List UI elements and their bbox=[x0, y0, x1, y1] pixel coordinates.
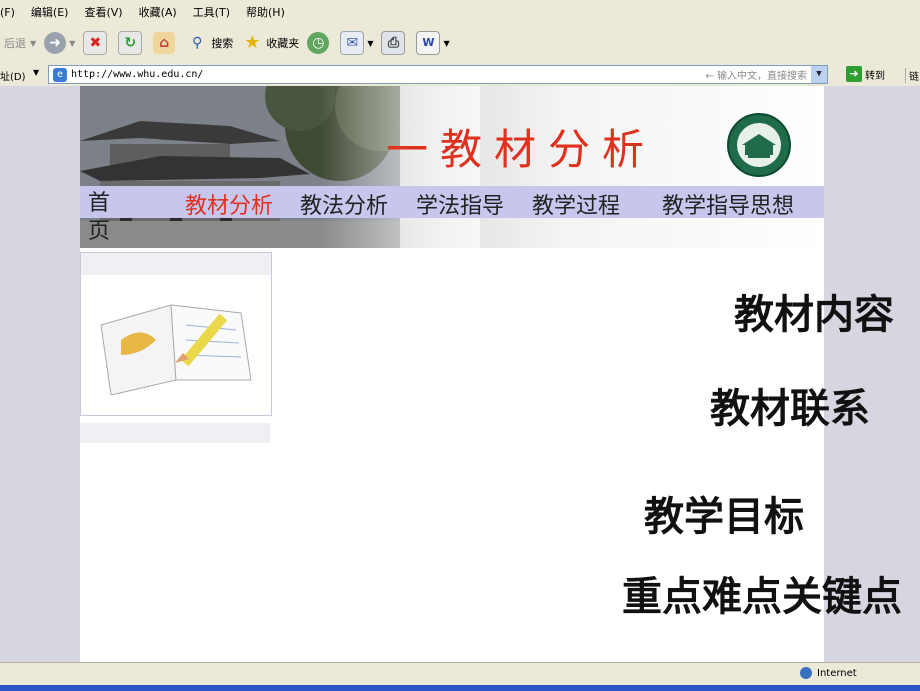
ie-page-icon: e bbox=[53, 67, 67, 82]
open-book-icon bbox=[100, 304, 252, 395]
history-icon: ◷ bbox=[307, 32, 330, 54]
home-icon: ⌂ bbox=[153, 32, 176, 54]
menu-view[interactable]: 查看(V) bbox=[84, 4, 122, 20]
nav-item-jiaocai[interactable]: 教材分析 bbox=[185, 188, 273, 220]
links-label[interactable]: 链 bbox=[905, 68, 919, 83]
address-label: 址(D) bbox=[0, 72, 26, 83]
forward-icon: ➜ bbox=[44, 32, 67, 54]
address-hint: ← 输入中文，直接搜索 bbox=[705, 71, 807, 82]
mail-icon: ✉ bbox=[340, 31, 365, 55]
nav-bar: 首 页 教材分析 教法分析 学法指导 教学过程 教学指导思想 bbox=[80, 186, 824, 244]
address-bar: 址(D) ▼ e http://www.whu.edu.cn/ ← 输入中文，直… bbox=[0, 62, 920, 87]
go-arrow-icon: ➜ bbox=[846, 66, 862, 82]
nav-item-guocheng[interactable]: 教学过程 bbox=[532, 188, 620, 220]
address-input[interactable]: e http://www.whu.edu.cn/ ← 输入中文，直接搜索 ▼ bbox=[48, 65, 828, 84]
nav-home-line1: 首 bbox=[88, 191, 111, 216]
search-icon: ⚲ bbox=[192, 35, 203, 51]
menu-file[interactable]: (F) bbox=[0, 6, 15, 19]
star-icon: ★ bbox=[244, 32, 261, 53]
panel-header bbox=[81, 253, 271, 275]
word-icon: W bbox=[416, 31, 441, 55]
content-item-jiaocai-neirong[interactable]: 教材内容 bbox=[734, 282, 894, 340]
globe-icon bbox=[800, 667, 812, 679]
go-label: 转到 bbox=[865, 70, 885, 82]
panel-footer bbox=[80, 423, 270, 443]
back-button[interactable]: 后退 ▼ bbox=[4, 35, 36, 51]
content-item-zhongdian[interactable]: 重点难点关键点 bbox=[622, 564, 920, 622]
content-area: 一教材分析 首 页 教材分析 教法分析 学法指导 教学过程 教学指导思想 教材内… bbox=[0, 86, 920, 662]
nav-item-xuefa[interactable]: 学法指导 bbox=[416, 188, 504, 220]
status-bar: Internet bbox=[0, 662, 920, 691]
favorites-button[interactable]: ★ 收藏夹 bbox=[241, 32, 299, 54]
menu-favorites[interactable]: 收藏(A) bbox=[139, 4, 177, 20]
menu-edit[interactable]: 编辑(E) bbox=[31, 4, 69, 20]
nav-item-jiaofa[interactable]: 教法分析 bbox=[300, 188, 388, 220]
search-button[interactable]: ⚲ 搜索 bbox=[186, 32, 233, 54]
print-icon: ⎙ bbox=[381, 31, 406, 55]
chevron-down-icon: ▼ bbox=[443, 38, 450, 48]
content-item-jiaoxue-mubiao[interactable]: 教学目标 bbox=[644, 484, 804, 542]
dropdown-button[interactable]: ▼ bbox=[811, 66, 827, 83]
refresh-button[interactable]: ↻ bbox=[118, 31, 145, 55]
content-item-jiaocai-lianxi[interactable]: 教材联系 bbox=[710, 376, 870, 434]
favorites-label: 收藏夹 bbox=[266, 37, 300, 50]
nav-item-sixiang[interactable]: 教学指导思想 bbox=[662, 188, 794, 220]
edit-button[interactable]: W ▼ bbox=[416, 31, 450, 55]
refresh-icon: ↻ bbox=[118, 31, 143, 55]
banner: 一教材分析 首 页 教材分析 教法分析 学法指导 教学过程 教学指导思想 bbox=[80, 86, 824, 248]
status-zone-label: Internet bbox=[817, 667, 857, 679]
chevron-down-icon: ▼ bbox=[367, 38, 374, 48]
menu-bar: (F) 编辑(E) 查看(V) 收藏(A) 工具(T) 帮助(H) bbox=[0, 0, 920, 25]
menu-help[interactable]: 帮助(H) bbox=[246, 4, 285, 20]
chevron-down-icon[interactable]: ▼ bbox=[33, 68, 39, 77]
chevron-down-icon: ▼ bbox=[30, 38, 37, 48]
home-button[interactable]: ⌂ bbox=[153, 32, 178, 54]
nav-home[interactable]: 首 页 bbox=[88, 190, 110, 246]
toolbar: 后退 ▼ ➜ ▼ ✖ ↻ ⌂ ⚲ 搜索 ★ 收藏夹 ◷ ✉ ▼ ⎙ W ▼ bbox=[0, 24, 920, 63]
forward-button[interactable]: ➜ ▼ bbox=[44, 32, 75, 54]
go-button[interactable]: ➜ 转到 bbox=[846, 66, 885, 82]
taskbar-strip bbox=[0, 685, 920, 691]
status-zone: Internet bbox=[800, 667, 857, 679]
university-emblem-icon bbox=[727, 113, 791, 177]
stop-icon: ✖ bbox=[83, 31, 108, 55]
print-button[interactable]: ⎙ bbox=[381, 31, 408, 55]
nav-home-line2: 页 bbox=[88, 219, 111, 244]
page-title: 一教材分析 bbox=[386, 125, 657, 174]
stop-button[interactable]: ✖ bbox=[83, 31, 110, 55]
menu-tools[interactable]: 工具(T) bbox=[193, 4, 230, 20]
address-url: http://www.whu.edu.cn/ bbox=[71, 69, 204, 80]
mail-button[interactable]: ✉ ▼ bbox=[340, 31, 373, 55]
book-image-panel bbox=[80, 252, 272, 416]
back-label: 后退 bbox=[4, 37, 26, 50]
search-label: 搜索 bbox=[211, 37, 234, 50]
history-button[interactable]: ◷ bbox=[307, 32, 332, 54]
chevron-down-icon: ▼ bbox=[69, 38, 76, 48]
